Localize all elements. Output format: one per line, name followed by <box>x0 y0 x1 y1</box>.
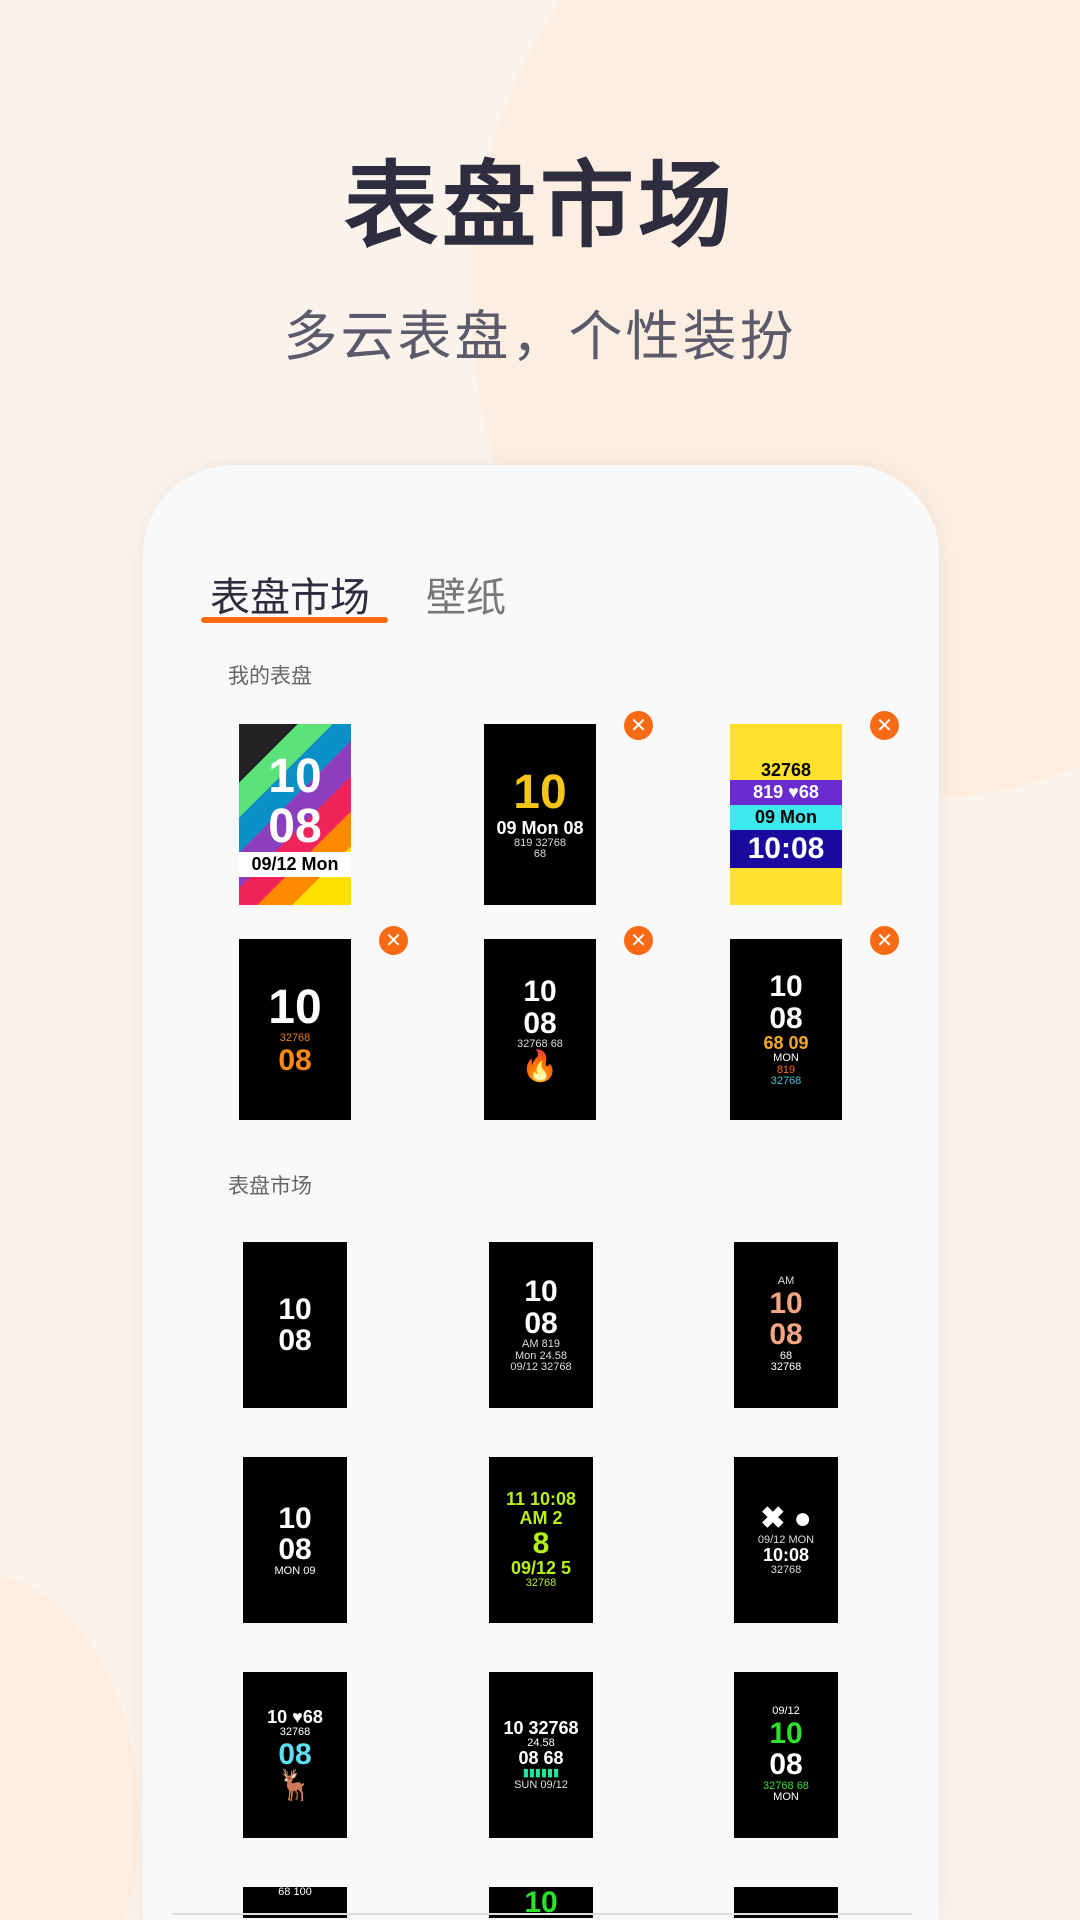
watch-face-text: 10 32768 <box>503 1717 579 1738</box>
watch-face-thumbnail[interactable]: ✖ ● 09/12 MON 10:08 32768 <box>734 1457 838 1623</box>
watch-face-text: 10:08 <box>762 1545 810 1566</box>
watch-face-text: 09 Mon <box>730 805 842 831</box>
watch-face-thumbnail[interactable]: 10 08 MON 09 <box>243 1457 347 1623</box>
active-tab-indicator <box>201 617 388 623</box>
watch-face-text: 🦌 <box>276 1769 314 1803</box>
watch-face-text: 11 10:08 <box>505 1489 577 1510</box>
watch-face-text: 32768 <box>770 1361 802 1374</box>
close-x-icon[interactable]: ✕ <box>379 926 408 955</box>
market-label: 表盘市场 <box>228 1174 312 1198</box>
watch-face-text: ✖ ● <box>760 1502 812 1536</box>
close-x-icon[interactable]: ✕ <box>624 926 653 955</box>
watch-face-text: 10 <box>769 970 803 1004</box>
watch-face-text: MON <box>773 1791 799 1804</box>
watch-face-text: 08 <box>769 1001 803 1035</box>
watch-face-text: 10 <box>769 1286 803 1320</box>
page-title: 表盘市场 <box>343 152 736 261</box>
watch-face-thumbnail[interactable]: 10 09 Mon 08 819 32768 68 <box>484 724 596 905</box>
my-faces-label: 我的表盘 <box>228 664 312 688</box>
watch-face-thumbnail[interactable]: 10 08 <box>243 1242 347 1408</box>
tab-wallpaper[interactable]: 壁纸 <box>426 565 506 623</box>
watch-face-text: 08 <box>278 1533 312 1567</box>
watch-face-text: 10 <box>523 975 557 1009</box>
watch-face-text: 08 <box>278 1324 312 1357</box>
watch-face-text: 8 <box>532 1526 550 1560</box>
watch-face-text: 819 ♥68 <box>730 780 842 806</box>
page-subtitle: 多云表盘，个性装扮 <box>283 305 797 368</box>
watch-face-text: 10:08 <box>730 830 842 868</box>
watch-face-text: MON <box>773 1052 799 1065</box>
watch-face-thumbnail[interactable]: 10 32768 08 <box>239 939 351 1120</box>
watch-face-text: 10 <box>278 1501 312 1535</box>
watch-face-text: 68 100 <box>278 1887 312 1898</box>
watch-face-thumbnail[interactable]: 10 08 09/12 Mon <box>239 724 351 905</box>
watch-face-thumbnail[interactable]: AM 10 08 68 32768 <box>734 1242 838 1408</box>
watch-face-text: 08 <box>278 1043 312 1077</box>
watch-face-text: 10 <box>278 1292 312 1326</box>
watch-face-thumbnail[interactable]: 10 32768 24.58 08 68 ▮▮▮▮▮▮ SUN 09/12 <box>489 1672 593 1838</box>
watch-face-text: AM 819 <box>522 1338 560 1351</box>
watch-face-text: 32768 <box>279 1726 311 1739</box>
watch-face-text: 32768 <box>770 1564 802 1577</box>
watch-face-text: 08 68 <box>518 1748 564 1769</box>
watch-face-text: 32768 <box>770 1075 802 1088</box>
tab-watchface-market[interactable]: 表盘市场 <box>210 565 370 623</box>
watch-face-text: 08 <box>523 1006 557 1040</box>
watch-face-text: 10 <box>268 980 322 1034</box>
divider <box>172 1913 912 1915</box>
watch-face-text: 08 <box>524 1306 558 1340</box>
watch-face-text: 08 <box>769 1318 803 1352</box>
watch-face-text: 32768 <box>760 760 812 781</box>
watch-face-text: 09/12 <box>772 1705 800 1718</box>
watch-face-text: 08 <box>268 800 322 854</box>
watch-face-text: 10 ♥68 <box>267 1707 323 1728</box>
watch-face-text: 09 Mon 08 <box>496 817 584 838</box>
watch-face-text: 09/12 Mon <box>239 852 351 878</box>
watch-face-text: ▮▮▮▮▮▮ <box>522 1767 560 1780</box>
watch-face-text: 09/12 5 <box>510 1558 572 1579</box>
watch-face-text: 32768 <box>279 1032 311 1045</box>
watch-face-text: 08 <box>278 1737 312 1771</box>
watch-face-text: SUN 09/12 <box>514 1778 568 1791</box>
watch-face-text: MON 09 <box>274 1564 316 1577</box>
watch-face-thumbnail[interactable]: 10 08 AM 819 Mon 24.58 09/12 32768 <box>489 1242 593 1408</box>
watch-face-text: 10 <box>524 1275 558 1309</box>
watch-face-text: AM <box>777 1275 795 1288</box>
watch-face-thumbnail[interactable]: 11 10:08 AM 2 8 09/12 5 32768 <box>489 1457 593 1623</box>
close-x-icon[interactable]: ✕ <box>870 926 899 955</box>
close-x-icon[interactable]: ✕ <box>870 711 899 740</box>
watch-face-thumbnail[interactable]: 10 ♥68 32768 08 🦌 <box>243 1672 347 1838</box>
watch-face-text: 10 <box>769 1716 803 1750</box>
watch-face-text: 10 <box>268 749 322 803</box>
watch-face-thumbnail[interactable]: 09/12 10 08 32768 68 MON <box>734 1672 838 1838</box>
watch-face-text: 09/12 32768 <box>510 1361 572 1374</box>
watch-face-text: 08 <box>769 1748 803 1782</box>
close-x-icon[interactable]: ✕ <box>624 711 653 740</box>
watch-face-thumbnail[interactable]: 10 08 32768 68 🔥 <box>484 939 596 1120</box>
watch-face-thumbnail[interactable]: 32768 819 ♥68 09 Mon 10:08 <box>730 724 842 905</box>
watch-face-text: 10 <box>513 766 567 820</box>
watch-face-text: 68 09 <box>763 1033 809 1054</box>
watch-face-text: 32768 <box>525 1577 557 1590</box>
watch-face-text: AM 2 <box>519 1508 563 1529</box>
watch-face-text: 68 <box>533 848 547 861</box>
watch-face-text: 🔥 <box>521 1050 559 1084</box>
watch-face-thumbnail[interactable]: 10 08 68 09 MON 819 32768 <box>730 939 842 1120</box>
